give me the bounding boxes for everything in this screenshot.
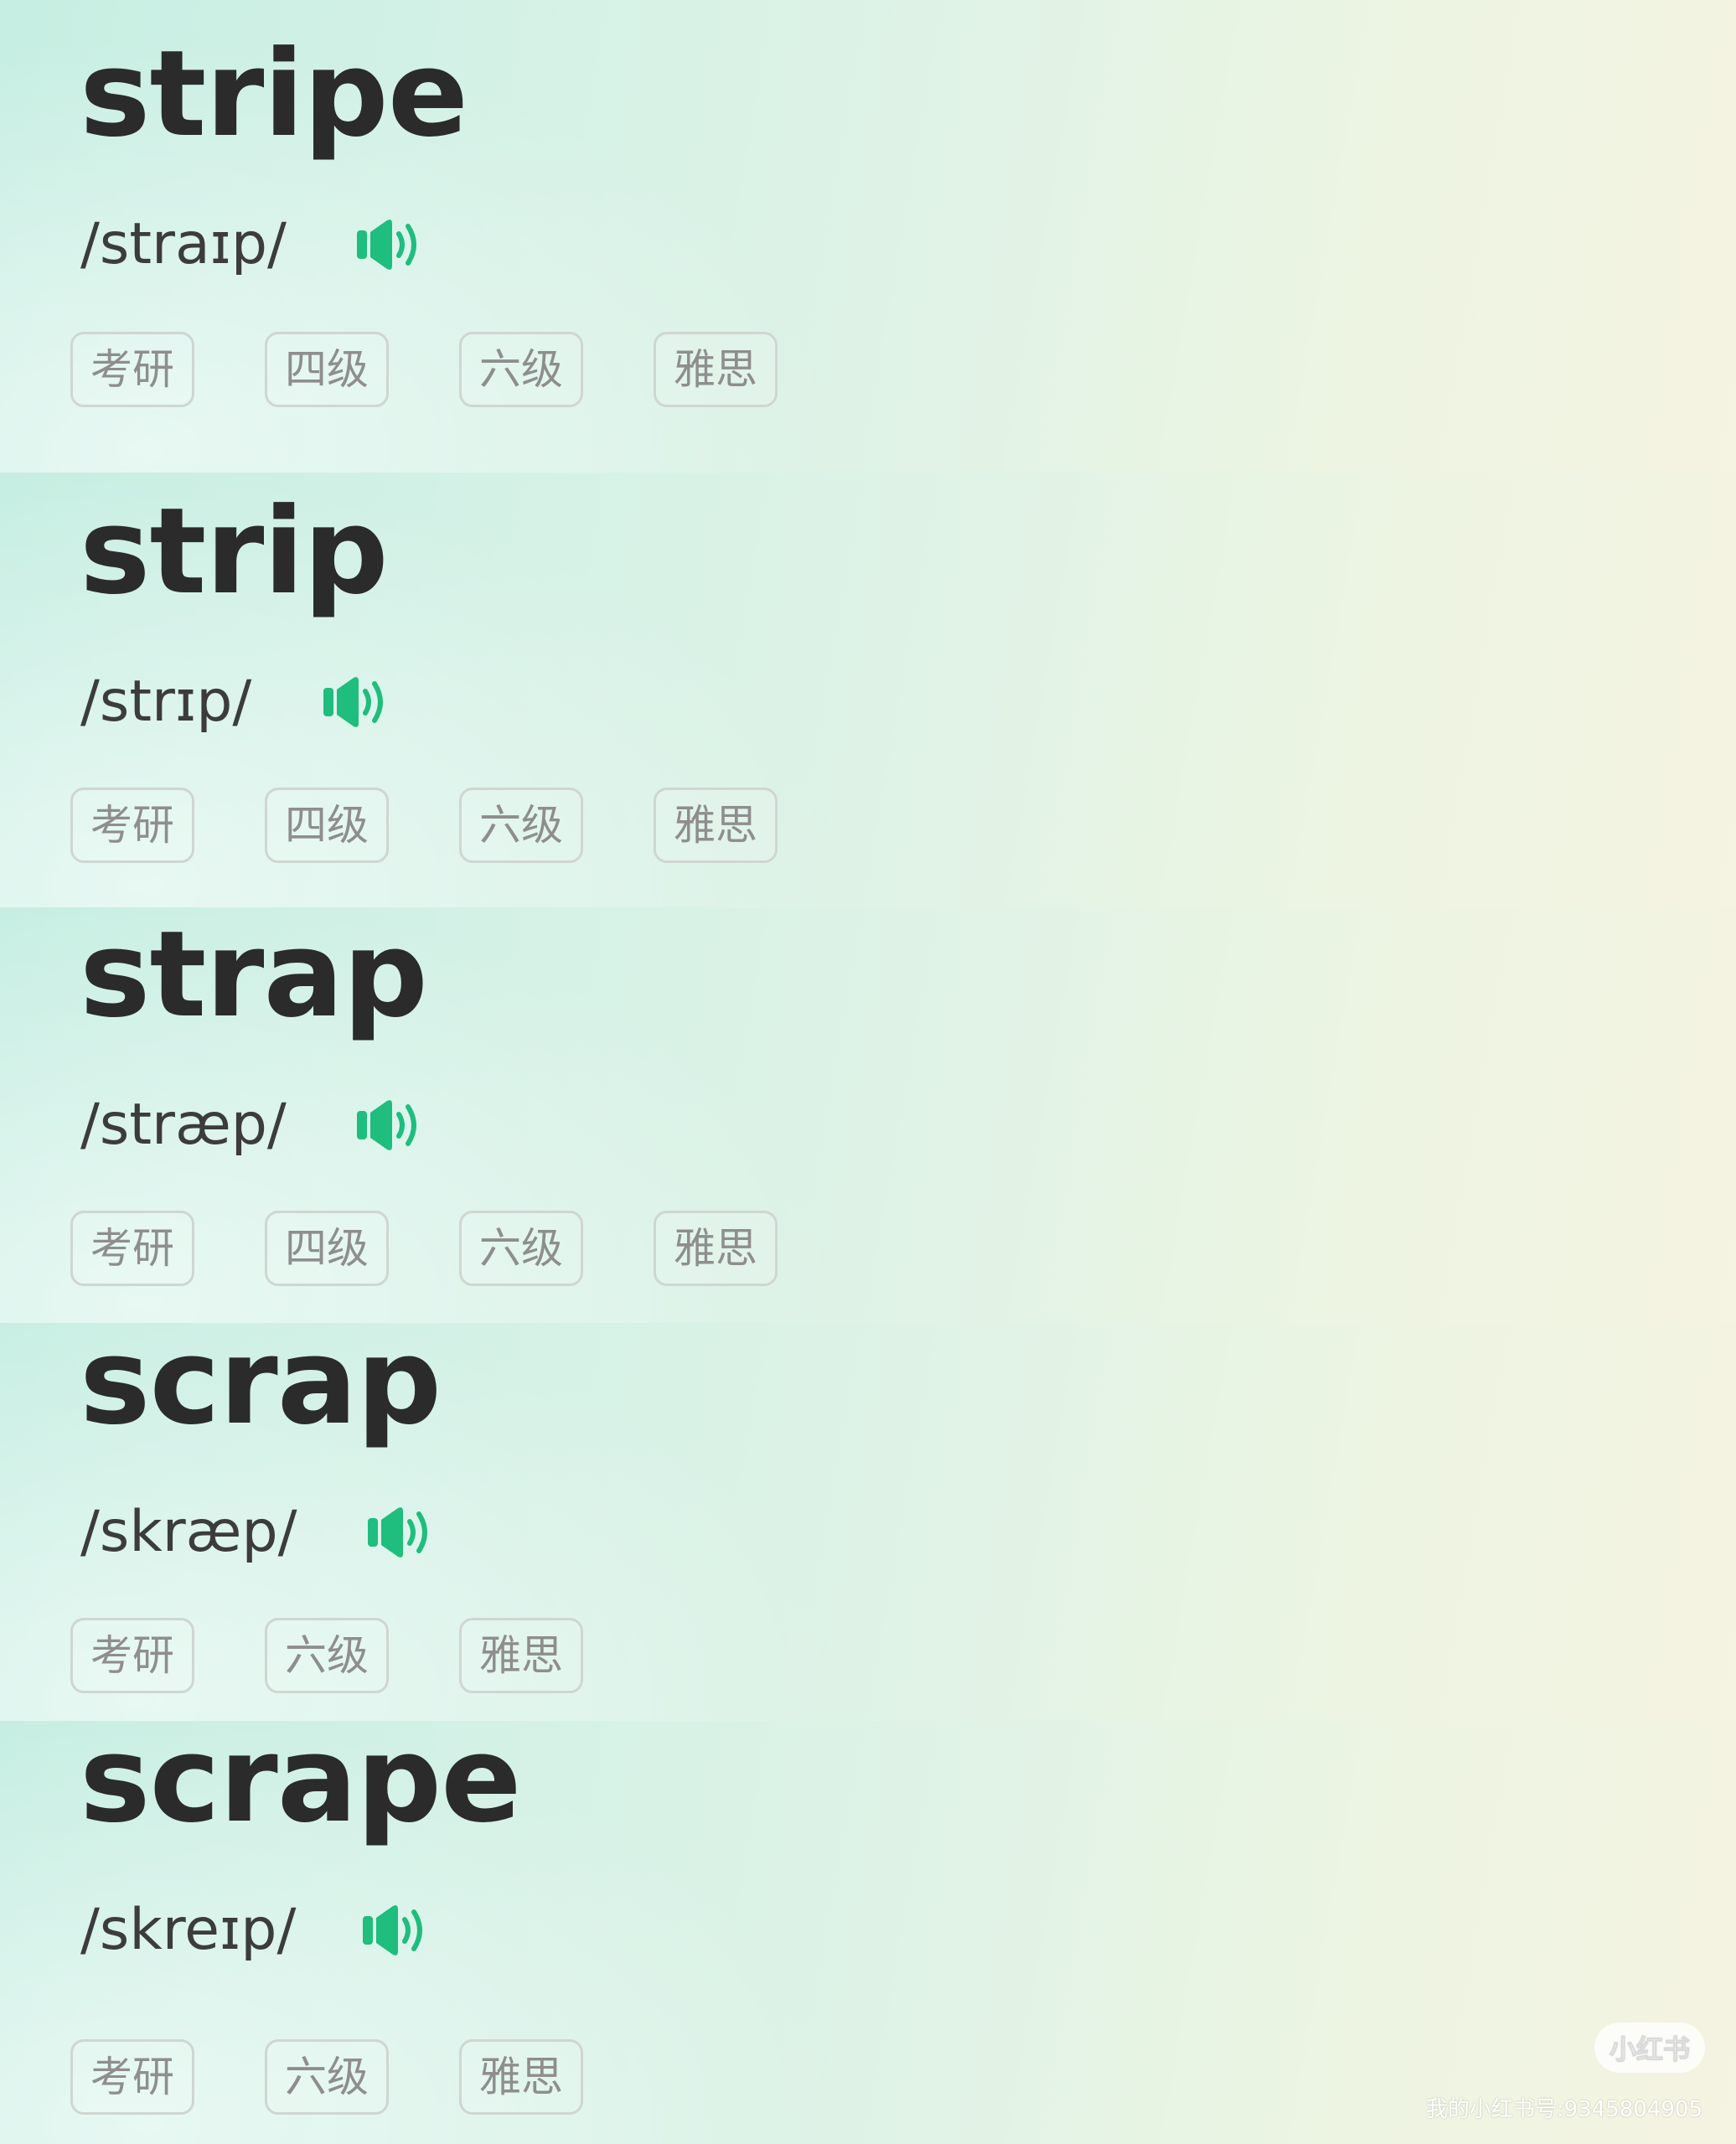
tag-cet4: 四级: [265, 332, 389, 407]
tag-cet6: 六级: [265, 1618, 389, 1693]
tag-ielts: 雅思: [459, 1618, 583, 1693]
pronunciation-row: /strɪp/: [80, 669, 395, 736]
tag-kaoyan: 考研: [70, 2039, 194, 2115]
tag-list: 考研 六级 雅思: [70, 1618, 583, 1693]
word-card-stripe: stripe /straɪp/ 考研 四级 六级 雅思: [0, 0, 1736, 473]
pronunciation-row: /skræp/: [80, 1499, 440, 1566]
tag-list: 考研 四级 六级 雅思: [70, 1211, 778, 1286]
phonetic: /skreɪp/: [80, 1897, 297, 1963]
watermark-id: 我的小红书号:9345804905: [1425, 2097, 1702, 2122]
phonetic: /stræp/: [80, 1092, 287, 1158]
headword: stripe: [80, 25, 468, 163]
phonetic: /straɪp/: [80, 211, 287, 277]
word-card-scrap: scrap /skræp/ 考研 六级 雅思: [0, 1323, 1736, 1721]
tag-list: 考研 六级 雅思: [70, 2039, 583, 2115]
tag-cet6: 六级: [265, 2039, 389, 2115]
speaker-icon[interactable]: [354, 1096, 429, 1155]
tag-cet6: 六级: [459, 1211, 583, 1286]
pronunciation-row: /stræp/: [80, 1092, 429, 1159]
speaker-icon[interactable]: [354, 215, 429, 274]
tag-cet4: 四级: [265, 788, 389, 863]
tag-kaoyan: 考研: [70, 332, 194, 407]
tag-list: 考研 四级 六级 雅思: [70, 332, 778, 407]
tag-ielts: 雅思: [654, 788, 778, 863]
tag-cet6: 六级: [459, 332, 583, 407]
headword: scrape: [80, 1721, 521, 1849]
pronunciation-row: /skreɪp/: [80, 1897, 435, 1964]
phonetic: /skræp/: [80, 1499, 297, 1565]
speaker-icon[interactable]: [364, 1503, 440, 1562]
xiaohongshu-logo: 小红书: [1594, 2023, 1705, 2073]
tag-ielts: 雅思: [459, 2039, 583, 2115]
headword: strap: [80, 907, 428, 1044]
word-card-strap: strap /stræp/ 考研 四级 六级 雅思: [0, 907, 1736, 1323]
headword: scrap: [80, 1323, 442, 1451]
tag-kaoyan: 考研: [70, 788, 194, 863]
word-card-strip: strip /strɪp/ 考研 四级 六级 雅思: [0, 473, 1736, 907]
tag-ielts: 雅思: [654, 1211, 778, 1286]
speaker-icon[interactable]: [359, 1901, 435, 1960]
speaker-icon[interactable]: [320, 673, 395, 731]
tag-cet6: 六级: [459, 788, 583, 863]
phonetic: /strɪp/: [80, 669, 252, 735]
word-card-scrape: scrape /skreɪp/ 考研 六级 雅思: [0, 1721, 1736, 2144]
tag-cet4: 四级: [265, 1211, 389, 1286]
pronunciation-row: /straɪp/: [80, 211, 429, 278]
tag-ielts: 雅思: [654, 332, 778, 407]
tag-kaoyan: 考研: [70, 1211, 194, 1286]
tag-list: 考研 四级 六级 雅思: [70, 788, 778, 863]
tag-kaoyan: 考研: [70, 1618, 194, 1693]
headword: strip: [80, 483, 389, 621]
